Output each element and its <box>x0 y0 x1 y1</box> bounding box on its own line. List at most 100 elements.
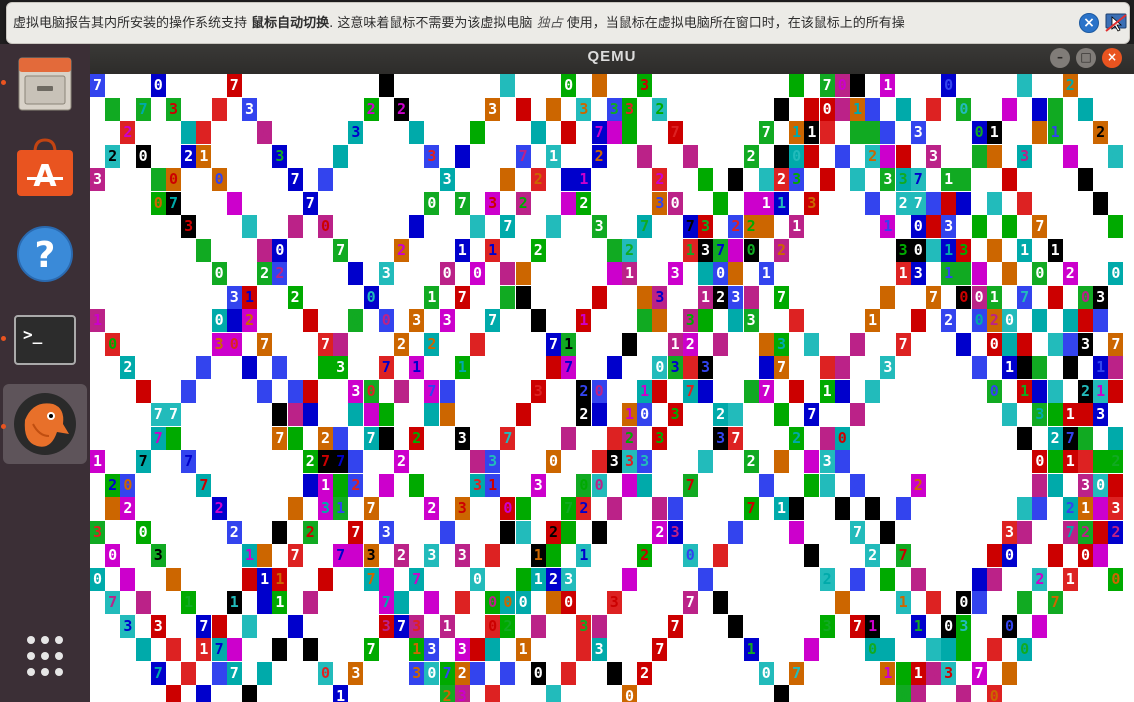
screen-char: 7 <box>166 191 181 215</box>
screen-char <box>850 403 865 426</box>
screen-char: 1 <box>546 144 561 168</box>
screen-char: 7 <box>1108 332 1124 356</box>
screen-char: 3 <box>363 544 379 567</box>
screen-char <box>1017 191 1033 215</box>
screen-char <box>804 144 820 168</box>
screen-char: 1 <box>1062 450 1078 473</box>
screen-char: 0 <box>318 215 333 238</box>
screen-char: 0 <box>698 309 713 332</box>
screen-char: 2 <box>850 473 865 497</box>
screen-char <box>272 403 288 426</box>
screen-char: 7 <box>333 238 349 262</box>
screen-char: 0 <box>561 74 577 97</box>
screen-char <box>333 144 349 168</box>
screen-char: 0 <box>515 591 531 614</box>
screen-char <box>713 544 729 567</box>
screen-char <box>1062 309 1078 332</box>
screen-char: 3 <box>910 262 926 285</box>
screen-char <box>591 285 607 309</box>
screen-char: 7 <box>90 74 105 97</box>
screen-char <box>850 168 865 191</box>
screen-char <box>622 332 637 356</box>
screen-char: 2 <box>637 544 653 567</box>
screen-char <box>348 403 364 426</box>
screen-char: 3 <box>652 426 668 450</box>
screen-char: 7 <box>1062 520 1078 544</box>
screen-char <box>606 356 622 379</box>
screen-char: 1 <box>1017 238 1033 262</box>
screen-char: 1 <box>530 544 546 567</box>
screen-char <box>242 356 257 379</box>
maximize-button[interactable]: □ <box>1076 48 1096 68</box>
screen-char <box>257 379 273 403</box>
dock-item-qemu[interactable] <box>3 384 87 464</box>
dock-item-software[interactable]: A <box>3 130 87 210</box>
screen-char <box>515 97 531 121</box>
notification-text: 虚拟电脑报告其内所安装的操作系统支持 鼠标自动切换. 这意味着鼠标不需要为该虚拟… <box>13 16 905 31</box>
screen-char: 7 <box>226 74 242 97</box>
screen-char: 2 <box>576 191 592 215</box>
screen-char <box>1047 403 1063 426</box>
screen-char: 7 <box>1017 285 1033 309</box>
screen-char <box>591 614 607 638</box>
screen-char: 7 <box>895 544 911 567</box>
screen-char <box>1032 497 1048 520</box>
screen-char: 2 <box>774 168 789 191</box>
show-applications-button[interactable] <box>3 618 87 692</box>
screen-char <box>667 497 683 520</box>
close-notification-button[interactable]: × <box>1079 13 1099 33</box>
screen-char: 1 <box>1062 567 1078 591</box>
close-button[interactable]: × <box>1102 48 1122 68</box>
screen-char: 1 <box>226 591 242 614</box>
vm-display[interactable]: 7707303272720327301313337302133071331721… <box>90 74 1134 702</box>
screen-char <box>1002 97 1017 121</box>
screen-char: 7 <box>682 379 698 403</box>
screen-char: 3 <box>150 614 166 638</box>
screen-char <box>880 567 896 591</box>
screen-char <box>378 567 394 591</box>
screen-char: 3 <box>576 97 592 121</box>
screen-char: 0 <box>1002 544 1017 567</box>
screen-char: 0 <box>576 473 592 497</box>
screen-char <box>1017 74 1033 97</box>
screen-char <box>424 403 440 426</box>
screen-char <box>728 238 744 262</box>
screen-char: 1 <box>576 544 592 567</box>
screen-char: 2 <box>713 403 729 426</box>
screen-char: 3 <box>90 520 105 544</box>
screen-char <box>105 97 121 121</box>
screen-char: 3 <box>454 685 470 702</box>
screen-char: 7 <box>850 520 865 544</box>
screen-char: 0 <box>971 309 987 332</box>
screen-char: 2 <box>986 638 1002 661</box>
screen-char: 3 <box>378 262 394 285</box>
screen-char <box>880 285 896 309</box>
maximize-icon: □ <box>1080 50 1092 64</box>
screen-char: 0 <box>834 426 850 450</box>
screen-char <box>318 356 333 379</box>
screen-char: 1 <box>333 497 349 520</box>
screen-char <box>1108 473 1124 497</box>
dock-item-files[interactable] <box>3 46 87 126</box>
qemu-titlebar[interactable]: QEMU – □ × <box>90 44 1134 74</box>
screen-char <box>1093 497 1109 520</box>
dock-item-help[interactable]: ? <box>3 212 87 292</box>
screen-char: 7 <box>150 426 166 450</box>
dock-item-terminal[interactable]: >_ <box>3 300 87 380</box>
screen-char: 2 <box>424 497 440 520</box>
screen-char: 0 <box>257 121 273 144</box>
mouse-integration-button[interactable] <box>1105 13 1127 33</box>
screen-char: 2 <box>120 356 136 379</box>
screen-char <box>1108 426 1124 450</box>
screen-char <box>1062 356 1078 379</box>
screen-char <box>682 356 698 379</box>
screen-char: 2 <box>713 285 729 309</box>
screen-char: 0 <box>1093 473 1109 497</box>
screen-char: 3 <box>698 215 713 238</box>
screen-char <box>591 520 607 544</box>
screen-char <box>1032 97 1048 121</box>
screen-char <box>850 567 865 591</box>
screen-char: 1 <box>272 591 288 614</box>
screen-char: 2 <box>530 238 546 262</box>
minimize-button[interactable]: – <box>1050 48 1070 68</box>
